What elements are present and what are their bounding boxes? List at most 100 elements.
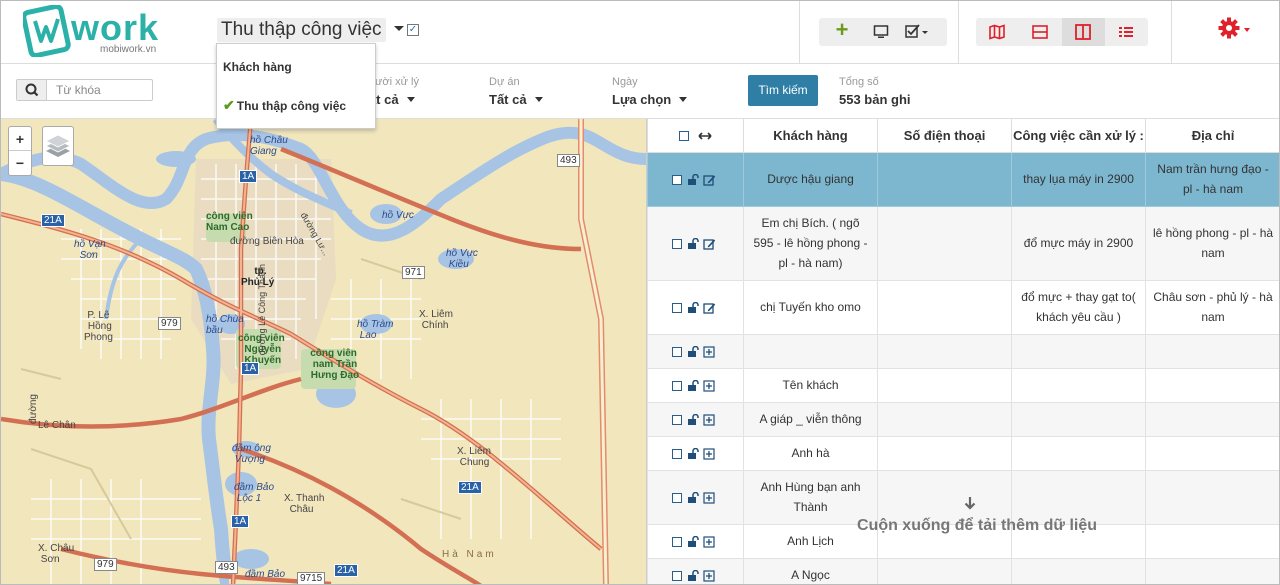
view-checkbox[interactable]: ✓ bbox=[407, 24, 419, 36]
checkbox-icon[interactable] bbox=[671, 238, 682, 249]
filter-value: Lựa chọn bbox=[612, 92, 672, 107]
settings-button[interactable] bbox=[1218, 17, 1254, 45]
table-row[interactable]: A giáp _ viễn thông bbox=[647, 401, 1279, 437]
unlock-icon[interactable] bbox=[687, 447, 699, 460]
checklist-icon[interactable] bbox=[905, 23, 939, 41]
checkbox-icon[interactable] bbox=[671, 174, 682, 185]
unlock-icon[interactable] bbox=[687, 345, 699, 358]
unlock-icon[interactable] bbox=[687, 237, 699, 250]
filter-label: Dự án bbox=[489, 76, 520, 88]
column-header-task[interactable]: Công việc cần xử lý : bbox=[1011, 119, 1146, 153]
checkbox-icon[interactable] bbox=[679, 131, 690, 142]
unlock-icon[interactable] bbox=[687, 301, 699, 314]
map-label-duong-bien-hoa: đường Biên Hòa bbox=[230, 236, 304, 247]
plus-square-icon[interactable] bbox=[703, 448, 715, 460]
row-controls bbox=[647, 469, 744, 525]
map-label-cong-vien-nam-cao: công viên Nam Cao bbox=[206, 211, 253, 233]
layers-button[interactable] bbox=[42, 126, 74, 166]
table-row[interactable]: Anh hà bbox=[647, 435, 1279, 471]
cell-address: Nam trần hưng đạo - pl - hà nam bbox=[1145, 151, 1279, 207]
unlock-icon[interactable] bbox=[687, 413, 699, 426]
cell-task bbox=[1011, 557, 1146, 584]
logo[interactable]: work mobiwork.vn bbox=[23, 5, 183, 61]
map-label-ho-vuc-kieu: hồ Vực Kiều bbox=[446, 248, 478, 270]
table-row[interactable]: Dược hậu giang thay lụa máy in 2900 Nam … bbox=[647, 151, 1279, 207]
checkbox-icon[interactable] bbox=[672, 492, 682, 503]
layers-icon bbox=[45, 134, 71, 157]
unlock-icon[interactable] bbox=[687, 379, 699, 392]
column-header-customer[interactable]: Khách hàng bbox=[743, 119, 878, 153]
project-filter[interactable]: Dự án Tất cả bbox=[489, 76, 543, 107]
date-filter[interactable]: Ngày Lựa chọn bbox=[612, 76, 688, 107]
arrows-horizontal-icon[interactable] bbox=[698, 131, 712, 141]
edit-icon[interactable] bbox=[702, 238, 716, 250]
table-row[interactable]: Em chị Bích. ( ngõ 595 - lê hồng phong -… bbox=[647, 205, 1279, 281]
checkbox-icon[interactable] bbox=[672, 570, 682, 581]
gear-icon bbox=[1218, 17, 1240, 39]
total-label: Tổng số bbox=[839, 76, 879, 88]
list-view-button[interactable] bbox=[1105, 18, 1148, 46]
checkbox-icon[interactable] bbox=[672, 536, 682, 547]
column-header-phone[interactable]: Số điện thoại bbox=[877, 119, 1012, 153]
column-header-address[interactable]: Địa chỉ bbox=[1145, 119, 1279, 153]
edit-icon[interactable] bbox=[702, 174, 716, 186]
plus-square-icon[interactable] bbox=[703, 570, 715, 582]
table-row[interactable] bbox=[647, 333, 1279, 369]
cell-phone bbox=[877, 333, 1012, 369]
monitor-icon[interactable] bbox=[873, 24, 889, 40]
plus-icon[interactable]: + bbox=[831, 19, 853, 42]
search-button[interactable]: Tìm kiếm bbox=[748, 75, 818, 106]
unlock-icon[interactable] bbox=[687, 535, 699, 548]
map-label-p-le-hong-phong: P. Lê Hồng Phong bbox=[84, 310, 113, 343]
menu-item-khach-hang[interactable]: Khách hàng bbox=[217, 60, 375, 80]
map-view[interactable]: hồ Châu Giang công viên Nam Cao đường Biên… bbox=[1, 119, 646, 584]
cell-phone bbox=[877, 279, 1012, 335]
route-shield: 971 bbox=[402, 266, 425, 279]
cell-phone bbox=[877, 205, 1012, 281]
map-label-dam-bao-loc-1: đầm Bảo Lộc 1 bbox=[234, 482, 275, 504]
route-shield: 493 bbox=[557, 154, 580, 167]
plus-square-icon[interactable] bbox=[703, 346, 715, 358]
edit-icon[interactable] bbox=[702, 302, 716, 314]
table-row[interactable]: chị Tuyến kho omo đổ mực + thay gạt to( … bbox=[647, 279, 1279, 335]
route-shield: 9715 bbox=[297, 572, 326, 584]
plus-square-icon[interactable] bbox=[703, 492, 715, 504]
checkbox-icon[interactable] bbox=[672, 380, 682, 391]
map-label-dam-ong-vuong: đầm ông Vượng bbox=[232, 443, 271, 465]
divider bbox=[799, 1, 800, 64]
plus-square-icon[interactable] bbox=[703, 380, 715, 392]
filter-value: Tất cả bbox=[489, 92, 527, 107]
plus-square-icon[interactable] bbox=[703, 414, 715, 426]
row-controls bbox=[647, 279, 744, 335]
checkbox-icon[interactable] bbox=[672, 414, 682, 425]
map-view-button[interactable] bbox=[976, 18, 1019, 46]
checkbox-icon[interactable] bbox=[671, 302, 682, 313]
table-row[interactable]: A Ngọc bbox=[647, 557, 1279, 584]
split-horizontal-button[interactable] bbox=[1019, 18, 1062, 46]
menu-item-thu-thap-cong-viec[interactable]: ✔ Thu thập công việc bbox=[217, 97, 375, 117]
route-shield: 979 bbox=[94, 558, 117, 571]
map-label-duong: đường bbox=[28, 394, 39, 424]
cell-address: Châu sơn - phủ lý - hà nam bbox=[1145, 279, 1279, 335]
chevron-down-icon[interactable] bbox=[394, 26, 404, 31]
cell-customer: A Ngọc bbox=[743, 557, 878, 584]
split-vertical-button[interactable] bbox=[1062, 18, 1105, 46]
split-vertical-icon bbox=[1075, 24, 1091, 40]
search-input[interactable] bbox=[48, 80, 152, 100]
zoom-in-button[interactable]: + bbox=[9, 127, 31, 151]
map-label-duong-le-cong-thanh: đường Lê Công Thanh bbox=[257, 264, 267, 356]
unlock-icon[interactable] bbox=[687, 569, 699, 582]
unlock-icon[interactable] bbox=[687, 173, 699, 186]
zoom-out-button[interactable]: − bbox=[9, 151, 31, 175]
logo-subtitle: mobiwork.vn bbox=[100, 44, 157, 55]
check-icon: ✔ bbox=[223, 97, 235, 113]
search-button-icon-wrap[interactable] bbox=[17, 80, 47, 100]
checkbox-icon[interactable] bbox=[672, 346, 682, 357]
records-table: Khách hàng Số điện thoại Công việc cần x… bbox=[647, 119, 1279, 584]
unlock-icon[interactable] bbox=[687, 491, 699, 504]
top-bar: work mobiwork.vn Thu thập công việc ✓ + bbox=[1, 1, 1279, 64]
view-selector[interactable]: Thu thập công việc bbox=[217, 18, 386, 42]
plus-square-icon[interactable] bbox=[703, 536, 715, 548]
table-row[interactable]: Tên khách bbox=[647, 367, 1279, 403]
checkbox-icon[interactable] bbox=[672, 448, 682, 459]
